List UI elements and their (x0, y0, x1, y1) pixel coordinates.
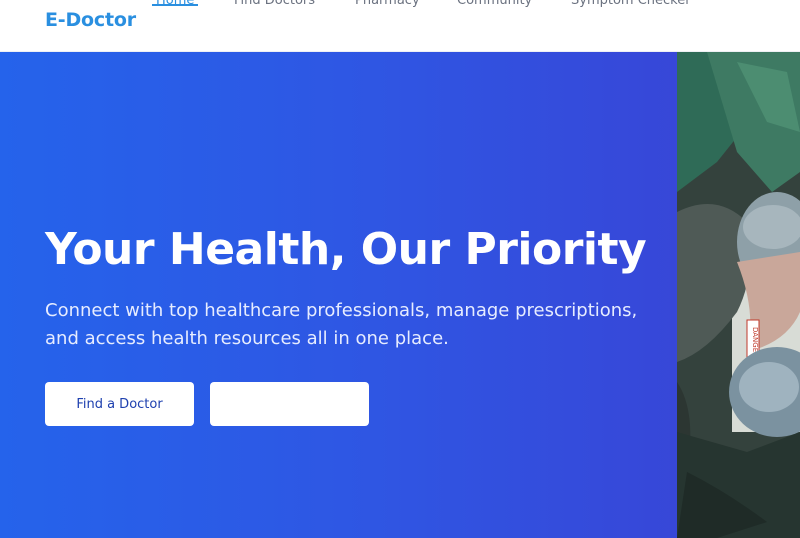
hero-surgeon-photo: DANGER (677, 52, 800, 538)
nav-link-symptom-checker[interactable]: Symptom Checker (571, 0, 691, 8)
secondary-cta-button[interactable] (210, 382, 369, 426)
nav-link-community[interactable]: Community (457, 0, 532, 8)
find-a-doctor-button[interactable]: Find a Doctor (45, 382, 194, 426)
hero-title: Your Health, Our Priority (45, 224, 647, 275)
surgeon-photo-illustration: DANGER (677, 52, 800, 538)
top-navbar: E-Doctor Home Find Doctors Pharmacy Comm… (0, 0, 800, 52)
nav-link-find-doctors[interactable]: Find Doctors (234, 0, 315, 8)
brand-logo[interactable]: E-Doctor (45, 9, 136, 31)
hero-section: Your Health, Our Priority Connect with t… (0, 52, 677, 538)
hero-subtitle: Connect with top healthcare professional… (45, 300, 638, 349)
active-nav-underline (152, 4, 198, 6)
nav-link-pharmacy[interactable]: Pharmacy (355, 0, 420, 8)
